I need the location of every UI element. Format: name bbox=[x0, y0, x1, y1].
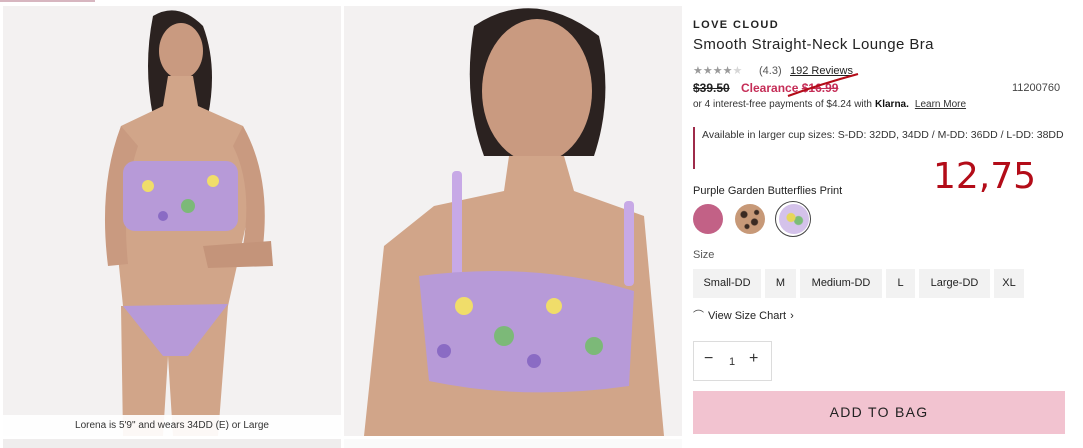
klarna-installments: or 4 interest-free payments of $4.24 wit… bbox=[693, 99, 966, 110]
product-title: Smooth Straight-Neck Lounge Bra bbox=[693, 36, 934, 53]
brand-label: LOVE CLOUD bbox=[693, 19, 780, 31]
size-option-m[interactable]: M bbox=[765, 269, 796, 298]
chevron-right-icon: › bbox=[790, 310, 794, 322]
model-illustration-1 bbox=[104, 10, 273, 436]
original-price: $39.50 bbox=[693, 81, 730, 95]
color-swatch-pink[interactable] bbox=[693, 204, 723, 234]
klarna-learn-more-link[interactable]: Learn More bbox=[915, 99, 966, 110]
quantity-decrease-button[interactable]: − bbox=[704, 350, 713, 368]
size-option-small-dd[interactable]: Small-DD bbox=[693, 269, 761, 298]
quantity-value[interactable]: 1 bbox=[729, 356, 735, 368]
size-option-xl[interactable]: XL bbox=[994, 269, 1024, 298]
star-empty-icon: ★ bbox=[732, 65, 743, 77]
red-pen-strike-mark bbox=[787, 72, 859, 98]
color-name: Purple Garden Butterflies Print bbox=[693, 185, 843, 197]
star-icon: ★★★★ bbox=[693, 65, 733, 77]
view-size-chart-link[interactable]: ⌒ View Size Chart › bbox=[693, 307, 794, 323]
quantity-stepper: − 1 + bbox=[693, 341, 772, 381]
klarna-text: or 4 interest-free payments of $4.24 wit… bbox=[693, 99, 872, 110]
product-sku: 11200760 bbox=[1012, 82, 1061, 94]
star-rating: ★★★★★ bbox=[693, 64, 742, 77]
tape-measure-icon: ⌒ bbox=[693, 310, 704, 322]
size-option-large-dd[interactable]: Large-DD bbox=[919, 269, 990, 298]
klarna-logo: Klarna. bbox=[874, 99, 909, 110]
quantity-increase-button[interactable]: + bbox=[749, 350, 758, 368]
product-photo-closeup[interactable] bbox=[344, 6, 682, 436]
handwritten-price-annotation: 12,75 bbox=[933, 156, 1037, 197]
add-to-bag-button[interactable]: ADD TO BAG bbox=[693, 391, 1065, 434]
model-illustration-2 bbox=[364, 8, 664, 436]
color-swatch-purple-floral[interactable] bbox=[779, 204, 809, 234]
size-chart-label: View Size Chart bbox=[708, 310, 787, 322]
thumbnail-strip-right[interactable] bbox=[344, 439, 682, 448]
product-photo-main[interactable]: Lorena is 5'9" and wears 34DD (E) or Lar… bbox=[3, 6, 341, 436]
photo-caption: Lorena is 5'9" and wears 34DD (E) or Lar… bbox=[3, 415, 341, 436]
rating-value: (4.3) bbox=[759, 65, 782, 77]
size-label: Size bbox=[693, 249, 715, 261]
top-accent-bar bbox=[0, 0, 95, 2]
thumbnail-strip-left[interactable] bbox=[3, 439, 341, 448]
color-swatch-leopard[interactable] bbox=[735, 204, 765, 234]
size-option-l[interactable]: L bbox=[886, 269, 915, 298]
size-option-medium-dd[interactable]: Medium-DD bbox=[800, 269, 882, 298]
